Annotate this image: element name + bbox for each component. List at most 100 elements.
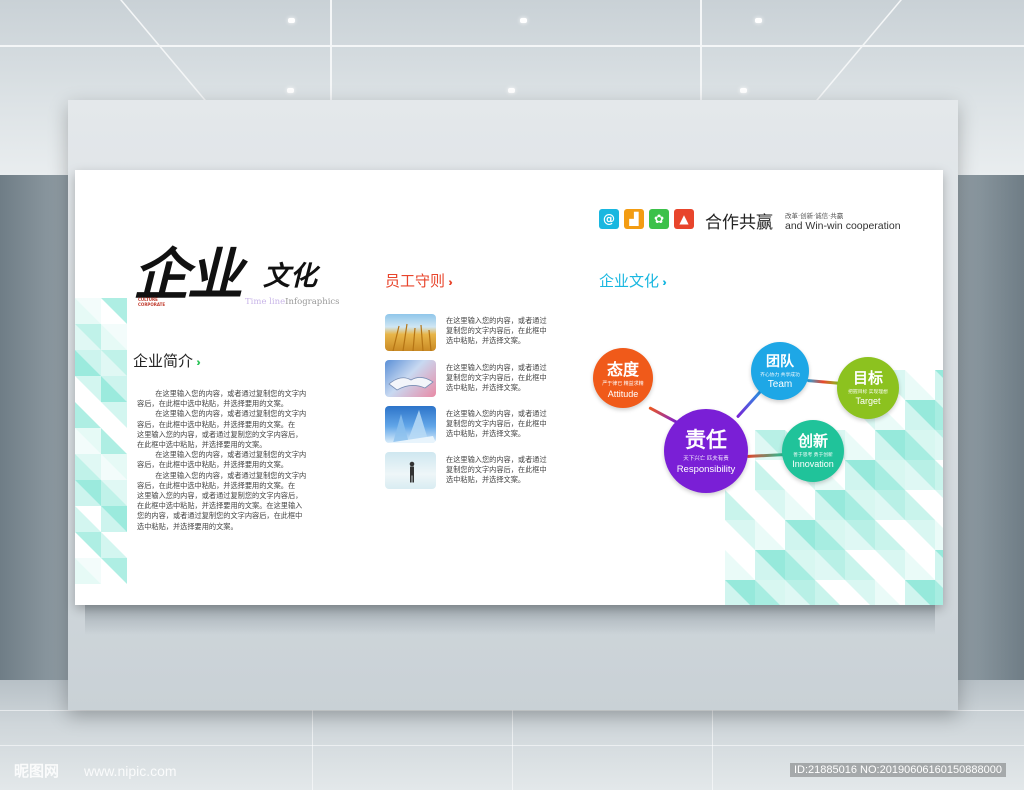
timeline-word: Time line xyxy=(245,297,286,307)
intro-line: 这里输入您的内容，或者通过复制您的文字内容后， xyxy=(137,429,303,439)
wheat-photo xyxy=(385,314,436,351)
ceiling-light xyxy=(755,18,762,23)
watermark-id: ID:21885016 NO:20190606160150888000 xyxy=(790,763,1006,777)
rule-text-2: 在这里输入您的内容，或者通过 复制您的文字内容后，在此框中 选中粘贴，并选择文案… xyxy=(446,363,547,393)
intro-paragraph: 在这里输入您的内容，或者通过复制您的文字内 容后，在此框中选中粘贴，并选择要用的文… xyxy=(137,389,306,532)
intro-line: 这里输入您的内容，或者通过复制您的文字内容后， xyxy=(137,491,303,501)
wheat-icon xyxy=(392,323,432,351)
node-target-en: Target xyxy=(855,396,881,406)
node-innovation-sub: 善于思考 勇于创新 xyxy=(793,453,833,458)
rules-heading: 员工守则››› xyxy=(385,270,453,291)
timeline-infographics: Time lineInfographics xyxy=(245,297,340,307)
culture-tag: CULTURE CORPORATE xyxy=(138,297,165,307)
pattern-triangle xyxy=(905,520,935,550)
ceiling-beam xyxy=(330,0,332,100)
pattern-triangle xyxy=(935,520,943,550)
pattern-triangle xyxy=(75,376,101,402)
slogan-small: 改革·创新·诚信·共赢 xyxy=(785,212,844,220)
at-icon: @ xyxy=(599,209,619,229)
node-team: 团队 齐心协力 共享成功 Team xyxy=(751,342,809,400)
gear-icon: ✿ xyxy=(649,209,669,229)
handshake-icon xyxy=(388,377,434,391)
intro-line: 在此框中选中粘贴，并选择要用的文案。 xyxy=(137,440,267,450)
pattern-triangle xyxy=(101,402,127,428)
rules-title: 员工守则 xyxy=(385,273,446,290)
pattern-triangle xyxy=(845,550,875,580)
node-attitude-sub: 严于律已 精益求精 xyxy=(602,381,644,387)
pattern-triangle xyxy=(905,490,935,520)
ceiling-beam xyxy=(700,0,702,100)
pattern-triangle xyxy=(101,532,127,558)
pattern-triangle xyxy=(815,580,840,605)
person-icon: ▲ xyxy=(674,209,694,229)
intro-heading: 企业简介››› xyxy=(133,350,201,371)
intro-line: 容后，在此框中选中粘贴，并选择要用的文案。 xyxy=(137,399,288,409)
intro-line: 在这里输入您的内容，或者通过复制您的文字内 xyxy=(137,450,307,460)
node-target-title: 目标 xyxy=(852,370,883,387)
pattern-triangle xyxy=(935,460,943,490)
node-responsibility: 责任 天下兴亡 匹夫有责 Responsibility xyxy=(664,409,748,493)
building-icon xyxy=(387,410,436,443)
node-attitude: 态度 严于律已 精益求精 Attitude xyxy=(593,348,653,408)
businessman-photo xyxy=(385,452,436,489)
rule-text-4: 在这里输入您的内容，或者通过 复制您的文字内容后，在此框中 选中粘贴，并选择文案… xyxy=(446,455,547,485)
pattern-triangle xyxy=(75,402,101,428)
node-team-en: Team xyxy=(767,379,793,390)
rule-text-3: 在这里输入您的内容，或者通过 复制您的文字内容后，在此框中 选中粘贴，并选择文案… xyxy=(446,409,547,439)
node-target-sub: 把握目标 实现理想 xyxy=(848,390,888,395)
slogan: 合作共赢 xyxy=(705,213,773,232)
handshake-photo xyxy=(385,360,436,397)
chart-icon: ▟ xyxy=(624,209,644,229)
pattern-triangle xyxy=(101,298,127,324)
intro-line: 容后，在此框中选中粘贴，并选择要用的文案。在 xyxy=(137,480,296,490)
node-responsibility-title: 责任 xyxy=(685,429,727,452)
pattern-triangle xyxy=(755,520,785,550)
pattern-triangle xyxy=(75,532,101,558)
intro-line: 选中粘贴，并选择要用的文案。 xyxy=(137,521,238,531)
ceiling-light xyxy=(740,88,747,93)
culture-board: 企业 文化 CULTURE CORPORATE Time lineInfogra… xyxy=(75,170,943,605)
node-innovation-title: 创新 xyxy=(797,433,828,450)
intro-line: 在这里输入您的内容，或者通过复制您的文字内 xyxy=(137,389,307,398)
node-innovation: 创新 善于思考 勇于创新 Innovation xyxy=(782,420,844,482)
ceiling-beam xyxy=(0,45,1024,47)
pattern-triangle xyxy=(845,580,875,605)
pattern-triangle xyxy=(755,460,785,490)
pattern-triangle xyxy=(75,506,101,532)
businessman-icon xyxy=(409,461,415,483)
slogan-english: and Win-win cooperation xyxy=(785,220,901,232)
pattern-triangle xyxy=(875,520,905,550)
intro-line: 在这里输入您的内容，或者通过复制您的文字内 xyxy=(137,409,307,419)
intro-line: 在此框中选中粘贴，并选择要用的文案。在这里输入 xyxy=(137,501,303,511)
pattern-triangle xyxy=(725,550,755,580)
pattern-triangle xyxy=(875,580,900,605)
intro-title: 企业简介 xyxy=(133,353,194,370)
node-target: 目标 把握目标 实现理想 Target xyxy=(837,357,899,419)
pattern-triangle xyxy=(755,490,785,520)
intro-line: 在这里输入您的内容，或者通过复制您的文字内 xyxy=(137,470,307,480)
pattern-triangle xyxy=(101,558,127,584)
intro-line: 您的内容，或者通过复制您的文字内容后，在此框中 xyxy=(137,511,303,521)
ceiling-light xyxy=(287,88,294,93)
node-team-title: 团队 xyxy=(766,353,794,369)
pattern-triangle xyxy=(725,490,755,520)
culture-title: 企业文化 xyxy=(599,273,660,290)
pattern-triangle xyxy=(905,550,935,580)
watermark-site: www.nipic.com xyxy=(84,763,177,779)
node-responsibility-en: Responsibility xyxy=(676,464,736,475)
board-shadow xyxy=(85,605,935,635)
ceiling-light xyxy=(508,88,515,93)
pattern-triangle xyxy=(845,430,875,460)
calligraphy-title-small: 文化 xyxy=(263,261,317,292)
culture-tag-line-2: CORPORATE xyxy=(138,302,166,307)
node-responsibility-sub: 天下兴亡 匹夫有责 xyxy=(683,456,729,462)
rule-text-1: 在这里输入您的内容，或者通过 复制您的文字内容后，在此框中 选中粘贴，并选择文案… xyxy=(446,316,547,346)
intro-line: 容后，在此框中选中粘贴，并选择要用的文案。 xyxy=(137,460,288,470)
intro-line: 容后，在此框中选中粘贴，并选择要用的文案。在 xyxy=(137,419,296,429)
watermark-logo: 昵图网 xyxy=(14,762,60,780)
node-attitude-en: Attitude xyxy=(607,389,639,399)
pattern-triangle xyxy=(725,520,755,550)
pattern-triangle xyxy=(935,490,943,498)
infographics-word: Infographics xyxy=(285,297,340,307)
ceiling-light xyxy=(288,18,295,23)
